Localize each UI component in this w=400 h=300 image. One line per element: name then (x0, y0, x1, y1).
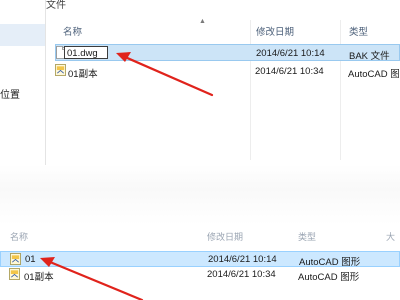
file-type: AutoCAD 图形 (299, 257, 361, 268)
file-name: 01 (25, 254, 36, 265)
file-row-selected[interactable]: 01.dwg 2014/6/21 10:14 BAK 文件 (55, 44, 400, 62)
file-row-empty (0, 283, 400, 299)
sort-ascending-icon: ▲ (199, 18, 206, 25)
column-header-modified[interactable]: 修改日期 (256, 24, 294, 38)
column-divider[interactable] (340, 20, 341, 160)
column-header-row: 名称 修改日期 类型 大 (0, 230, 400, 244)
file-modified-date: 2014/6/21 10:14 (256, 48, 325, 59)
file-modified-date: 2014/6/21 10:14 (208, 254, 277, 265)
file-type: AutoCAD 图 (348, 69, 400, 80)
file-name: 01副本 (24, 272, 54, 283)
file-modified-date: 2014/6/21 10:34 (207, 269, 276, 280)
file-row-selected[interactable]: 01 2014/6/21 10:14 AutoCAD 图形 (0, 251, 400, 268)
nav-location-label[interactable]: 位置 (0, 86, 20, 101)
file-name: 01副本 (68, 69, 98, 80)
column-header-type[interactable]: 类型 (349, 24, 368, 38)
autocad-file-icon (55, 64, 66, 79)
file-row[interactable]: 01副本 2014/6/21 10:34 AutoCAD 图形 (0, 267, 400, 283)
navigation-pane[interactable]: 位置 (0, 0, 46, 165)
column-header-name[interactable]: 名称 (63, 24, 82, 38)
column-header-more[interactable]: 大 (386, 230, 395, 243)
file-type: AutoCAD 图形 (298, 272, 360, 283)
column-header-row: 名称 ▲ 修改日期 类型 (55, 18, 400, 160)
section-divider (0, 165, 400, 225)
file-row[interactable]: 01副本 2014/6/21 10:34 AutoCAD 图 (55, 63, 400, 80)
column-header-type[interactable]: 类型 (298, 230, 316, 243)
autocad-file-icon (10, 253, 21, 268)
file-type: BAK 文件 (349, 51, 390, 62)
column-header-name[interactable]: 名称 (10, 230, 28, 243)
file-modified-date: 2014/6/21 10:34 (255, 66, 324, 77)
column-divider[interactable] (250, 20, 251, 160)
rename-input[interactable]: 01.dwg (64, 46, 108, 59)
column-header-modified[interactable]: 修改日期 (207, 230, 243, 243)
autocad-file-icon (9, 268, 20, 283)
nav-selected-item[interactable] (0, 24, 45, 46)
top-explorer-window: BAK文件 位置 名称 ▲ 修改日期 类型 01.dwg 2014/6/21 1… (0, 0, 400, 165)
